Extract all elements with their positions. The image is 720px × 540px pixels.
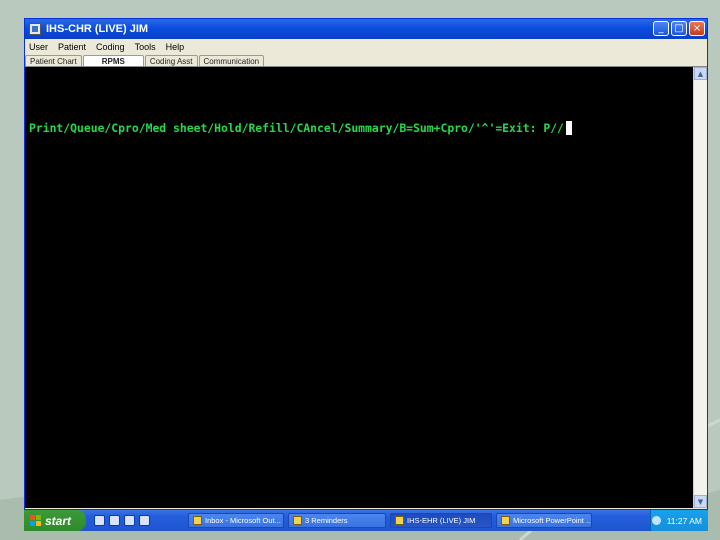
scroll-up-icon[interactable]: ▲ bbox=[694, 67, 707, 80]
powerpoint-icon bbox=[501, 516, 510, 525]
vertical-scrollbar[interactable]: ▲ ▼ bbox=[693, 67, 707, 508]
email-icon[interactable] bbox=[109, 515, 120, 526]
menu-tools[interactable]: Tools bbox=[131, 42, 162, 52]
window-controls: _ □ × bbox=[653, 21, 705, 36]
taskbar-item-outlook[interactable]: Inbox - Microsoft Out... bbox=[188, 513, 284, 528]
prompt-text: Print/Queue/Cpro/Med sheet/Hold/Refill/C… bbox=[29, 121, 564, 135]
taskbar: start Inbox - Microsoft Out... 3 Reminde… bbox=[24, 510, 708, 531]
system-tray: 11:27 AM bbox=[650, 510, 708, 531]
menu-help[interactable]: Help bbox=[162, 42, 191, 52]
desktop-icon[interactable] bbox=[124, 515, 135, 526]
browser-icon[interactable] bbox=[94, 515, 105, 526]
outlook-icon bbox=[193, 516, 202, 525]
start-label: start bbox=[45, 513, 72, 528]
tab-coding-asst[interactable]: Coding Asst bbox=[144, 55, 198, 66]
tab-bar: Patient Chart RPMS Coding Asst Communica… bbox=[25, 54, 707, 67]
terminal-screen[interactable]: Print/Queue/Cpro/Med sheet/Hold/Refill/C… bbox=[25, 67, 693, 508]
taskbar-item-ehr[interactable]: IHS-EHR (LIVE) JIM bbox=[390, 513, 492, 528]
minimize-button[interactable]: _ bbox=[653, 21, 669, 36]
maximize-button[interactable]: □ bbox=[671, 21, 687, 36]
start-button[interactable]: start bbox=[24, 510, 86, 531]
close-button[interactable]: × bbox=[689, 21, 705, 36]
terminal-prompt-line: Print/Queue/Cpro/Med sheet/Hold/Refill/C… bbox=[29, 121, 572, 135]
taskbar-item-powerpoint[interactable]: Microsoft PowerPoint ... bbox=[496, 513, 592, 528]
tab-rpms[interactable]: RPMS bbox=[82, 55, 144, 66]
tab-communication[interactable]: Communication bbox=[198, 55, 265, 66]
window-title: IHS-CHR (LIVE) JIM bbox=[46, 23, 149, 35]
app-icon bbox=[29, 23, 41, 35]
taskbar-item-reminders[interactable]: 3 Reminders bbox=[288, 513, 386, 528]
tab-patient-chart[interactable]: Patient Chart bbox=[25, 55, 82, 66]
menu-patient[interactable]: Patient bbox=[54, 42, 92, 52]
menu-bar: User Patient Coding Tools Help bbox=[25, 39, 707, 54]
reminder-bell-icon bbox=[293, 516, 302, 525]
clock[interactable]: 11:27 AM bbox=[667, 516, 702, 526]
scroll-down-icon[interactable]: ▼ bbox=[694, 495, 707, 508]
terminal-cursor bbox=[565, 121, 572, 135]
menu-coding[interactable]: Coding bbox=[92, 42, 131, 52]
windows-logo-icon bbox=[30, 515, 41, 526]
ehr-app-icon bbox=[395, 516, 404, 525]
title-bar[interactable]: IHS-CHR (LIVE) JIM _ □ × bbox=[25, 19, 707, 39]
media-player-icon[interactable] bbox=[139, 515, 150, 526]
network-icon[interactable] bbox=[651, 516, 661, 525]
ehr-window: IHS-CHR (LIVE) JIM _ □ × User Patient Co… bbox=[24, 18, 708, 510]
menu-user[interactable]: User bbox=[25, 42, 54, 52]
quick-launch bbox=[94, 515, 184, 526]
